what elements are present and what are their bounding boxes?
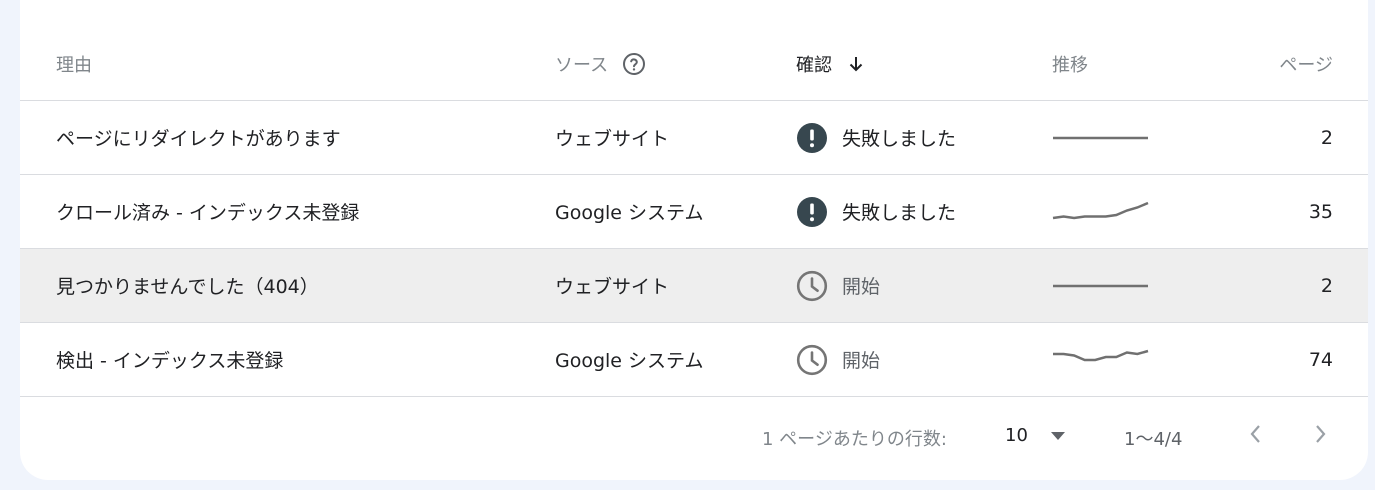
rows-per-page-select[interactable]: 10 (1005, 425, 1066, 446)
table-row[interactable]: ページにリダイレクトがあります ウェブサイト 失敗しました 2 (20, 101, 1368, 175)
row-reason: 検出 - インデックス未登録 (56, 350, 284, 372)
dropdown-triangle-icon (1050, 431, 1066, 441)
previous-page-button[interactable] (1242, 421, 1268, 451)
row-reason: 見つかりませんでした（404） (56, 276, 319, 298)
clock-icon (796, 344, 828, 376)
header-status-sorted[interactable]: 確認 (796, 27, 866, 100)
row-trend-sparkline (1052, 249, 1150, 322)
arrow-down-icon (846, 54, 866, 74)
exclamation-circle-icon (796, 122, 828, 154)
rows-per-page-label: 1 ページあたりの行数: (762, 429, 947, 450)
row-reason: クロール済み - インデックス未登録 (56, 202, 360, 224)
table-row-highlighted[interactable]: 見つかりませんでした（404） ウェブサイト 開始 2 (20, 249, 1368, 323)
header-reason[interactable]: 理由 (56, 27, 92, 100)
next-page-button[interactable] (1308, 421, 1334, 451)
row-pages: 2 (1320, 274, 1333, 297)
row-pages: 2 (1320, 126, 1333, 149)
table-row[interactable]: 検出 - インデックス未登録 Google システム 開始 74 (20, 323, 1368, 397)
row-source: Google システム (555, 350, 704, 372)
table-header-row: 理由 ソース 確認 推移 ページ (20, 27, 1368, 101)
row-source: ウェブサイト (555, 128, 670, 150)
row-source: Google システム (555, 202, 704, 224)
chevron-right-icon (1314, 423, 1328, 450)
exclamation-circle-icon (796, 196, 828, 228)
header-pages[interactable]: ページ (1279, 27, 1333, 100)
page-range: 1～4/4 (1124, 429, 1183, 450)
table-row[interactable]: クロール済み - インデックス未登録 Google システム 失敗しました 35 (20, 175, 1368, 249)
header-trend: 推移 (1052, 54, 1088, 76)
clock-icon (796, 270, 828, 302)
row-trend-sparkline (1052, 175, 1150, 248)
header-source[interactable]: ソース (555, 27, 646, 100)
row-status: 開始 (796, 323, 880, 396)
row-pages: 35 (1308, 200, 1333, 223)
row-source: ウェブサイト (555, 276, 670, 298)
row-trend-sparkline (1052, 101, 1150, 174)
row-pages: 74 (1308, 348, 1333, 371)
row-reason: ページにリダイレクトがあります (56, 128, 341, 150)
row-trend-sparkline (1052, 323, 1150, 396)
chevron-left-icon (1248, 423, 1262, 450)
row-status: 失敗しました (796, 101, 956, 174)
row-status: 開始 (796, 249, 880, 322)
row-status: 失敗しました (796, 175, 956, 248)
coverage-table-card: 理由 ソース 確認 推移 ページ ページにリダイレクトがあります ウェブサイト … (20, 0, 1368, 480)
help-circle-icon[interactable] (622, 52, 646, 76)
pagination-bar: 1 ページあたりの行数: 10 1～4/4 (20, 397, 1368, 480)
